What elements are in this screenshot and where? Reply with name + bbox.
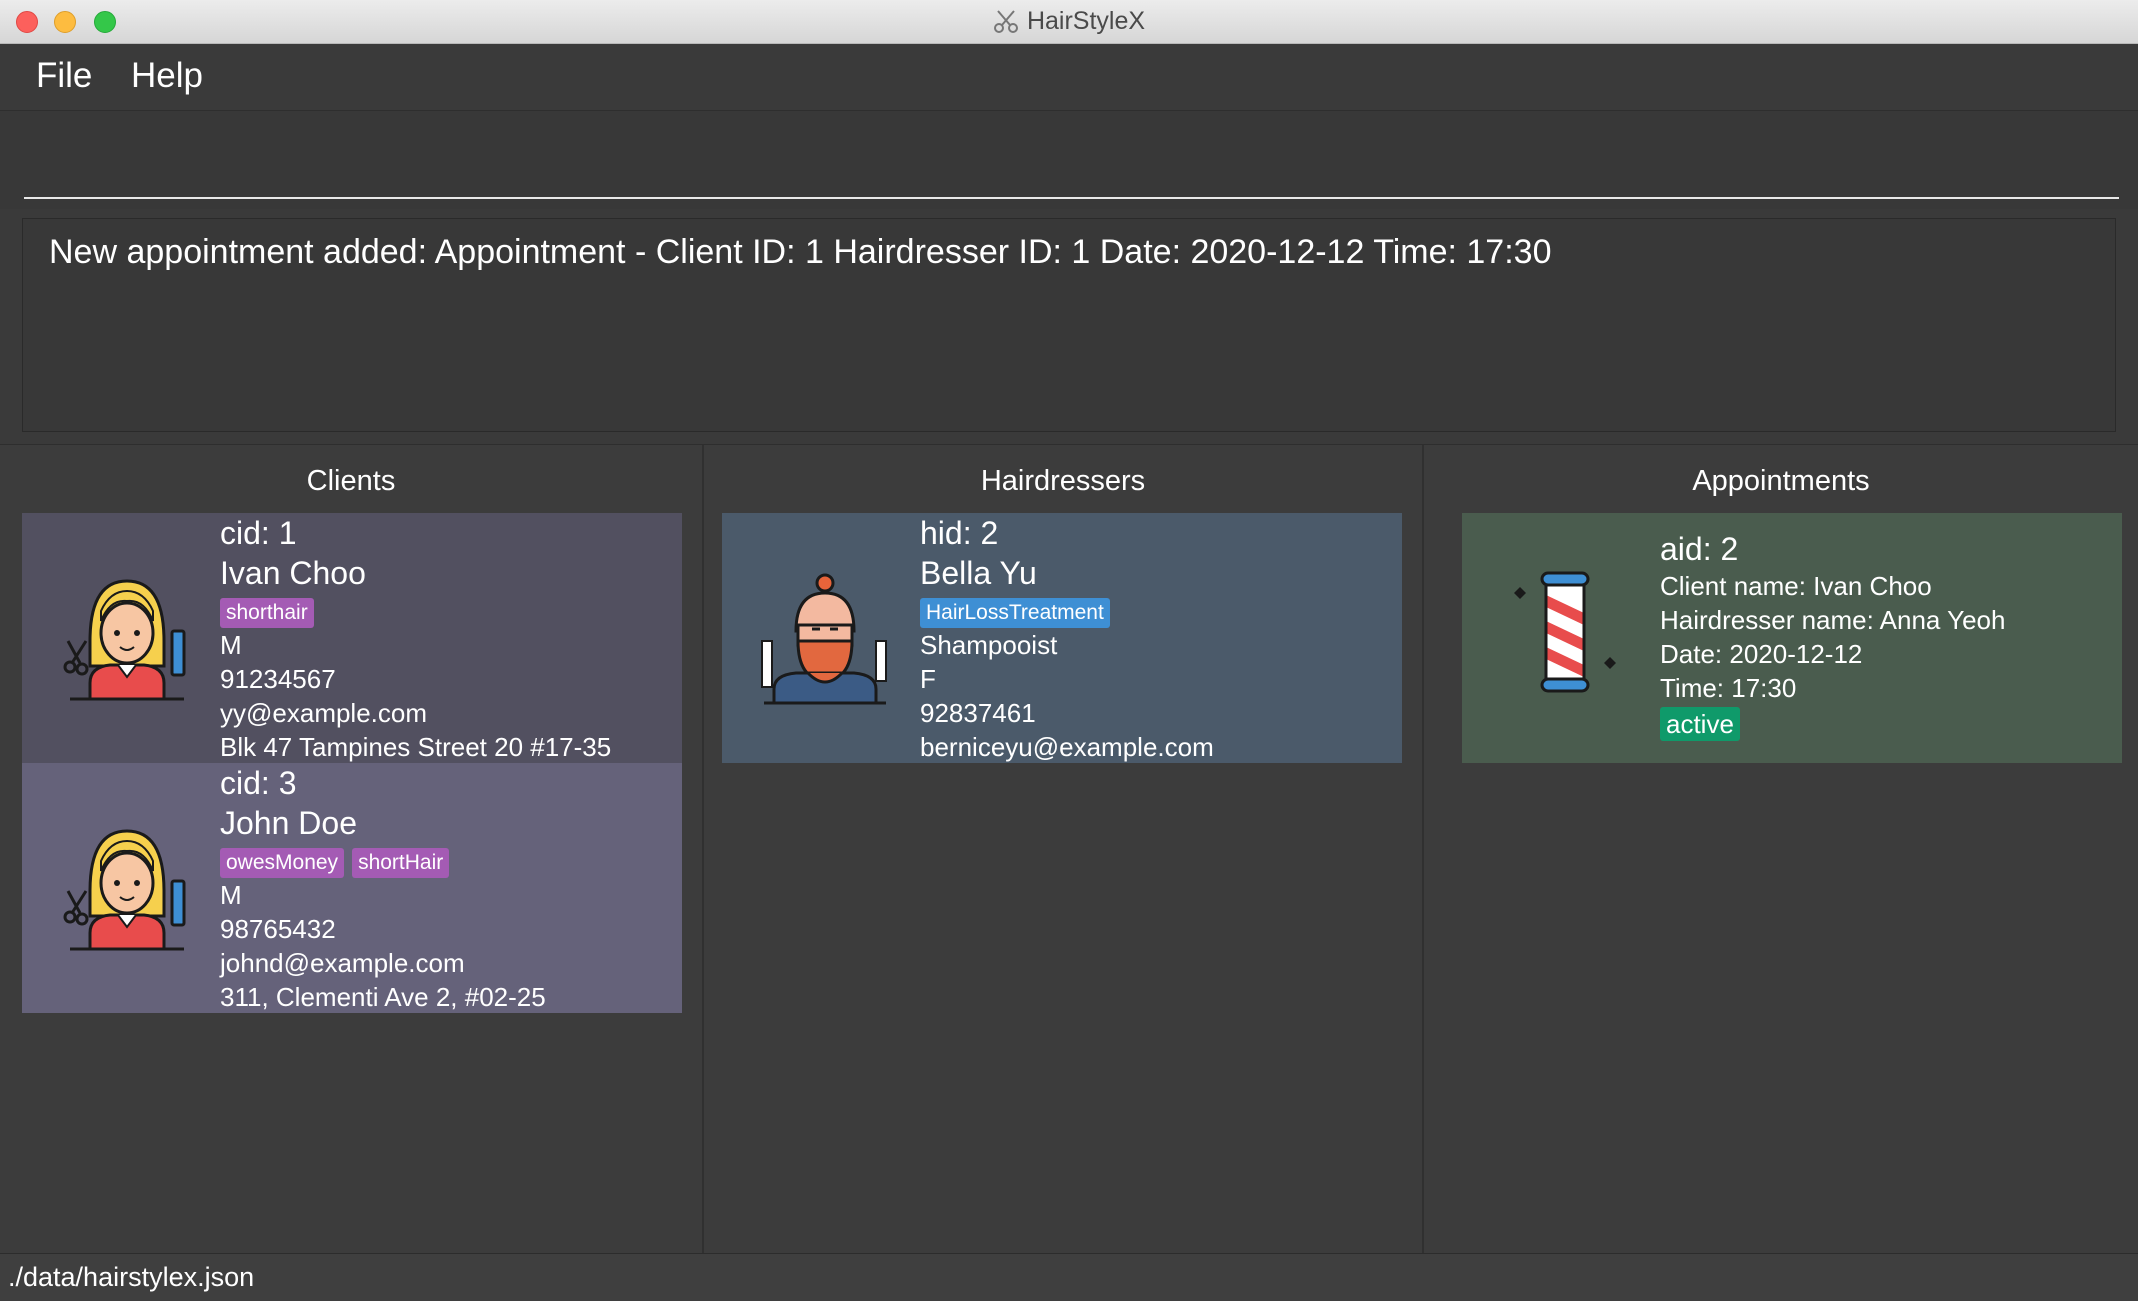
client-gender: M [220,880,242,910]
appointment-date: Date: 2020-12-12 [1660,639,1863,669]
status-bar: ./data/hairstylex.json [0,1253,2138,1301]
client-email: yy@example.com [220,698,428,728]
client-card[interactable]: cid: 3 John Doe owesMoney shortHair M 987… [22,763,682,1013]
clients-heading: Clients [306,465,396,497]
barber-pole-icon [1514,571,1616,693]
command-input[interactable] [24,121,2119,199]
hairdresser-phone: 92837461 [920,698,1036,728]
menu-file[interactable]: File [36,56,92,96]
appointments-heading: Appointments [1692,465,1870,497]
tag-badge: shortHair [352,848,450,878]
client-tags: shorthair [220,593,611,628]
client-name: John Doe [220,805,357,841]
appointment-hairdresser-name: Hairdresser name: Anna Yeoh [1660,605,2006,635]
client-id: cid: 3 [220,765,297,801]
title-bar: HairStyleX [0,0,2138,44]
client-avatar-icon [63,829,186,951]
client-phone: 98765432 [220,914,336,944]
client-tags: owesMoney shortHair [220,843,546,878]
client-avatar-icon [63,579,186,701]
client-phone: 91234567 [220,664,336,694]
result-message: New appointment added: Appointment - Cli… [49,233,1552,271]
appointment-card[interactable]: aid: 2 Client name: Ivan Choo Hairdresse… [1462,513,2122,763]
client-name: Ivan Choo [220,555,366,591]
appointment-client-name: Client name: Ivan Choo [1660,571,1932,601]
hairdresser-card[interactable]: hid: 2 Bella Yu HairLossTreatment Shampo… [722,513,1402,763]
result-display: New appointment added: Appointment - Cli… [22,218,2116,432]
client-address: Blk 47 Tampines Street 20 #17-35 [220,732,612,762]
command-box [0,111,2138,209]
hairdresser-gender: F [920,664,936,694]
column-divider [1422,445,1424,1253]
client-id: cid: 1 [220,515,297,551]
menu-help[interactable]: Help [131,56,203,96]
tag-badge: HairLossTreatment [920,598,1110,628]
hairdresser-email: berniceyu@example.com [920,732,1214,762]
client-card[interactable]: cid: 1 Ivan Choo shorthair M 91234567 yy… [22,513,682,763]
tag-badge: shorthair [220,598,314,628]
appointment-id: aid: 2 [1660,531,1739,567]
appointment-time: Time: 17:30 [1660,673,1797,703]
hairdresser-title: Shampooist [920,630,1058,660]
hairdresser-name: Bella Yu [920,555,1037,591]
data-file-path: ./data/hairstylex.json [8,1262,255,1292]
lists-panel: Clients cid: 1 Ivan Choo shorthair M 912… [0,444,2138,1253]
column-divider [702,445,704,1253]
client-email: johnd@example.com [220,948,465,978]
tag-badge: owesMoney [220,848,345,878]
hairdresser-avatar-icon [761,573,887,705]
hairdressers-heading: Hairdressers [980,465,1146,497]
scissors-icon [993,9,1018,33]
hairdresser-tags: HairLossTreatment [920,593,1214,628]
menu-bar: File Help [0,44,2138,111]
hairdresser-id: hid: 2 [920,515,999,551]
status-badge: active [1660,707,1740,741]
client-gender: M [220,630,242,660]
window-title: HairStyleX [1026,7,1146,35]
client-address: 311, Clementi Ave 2, #02-25 [220,982,546,1012]
